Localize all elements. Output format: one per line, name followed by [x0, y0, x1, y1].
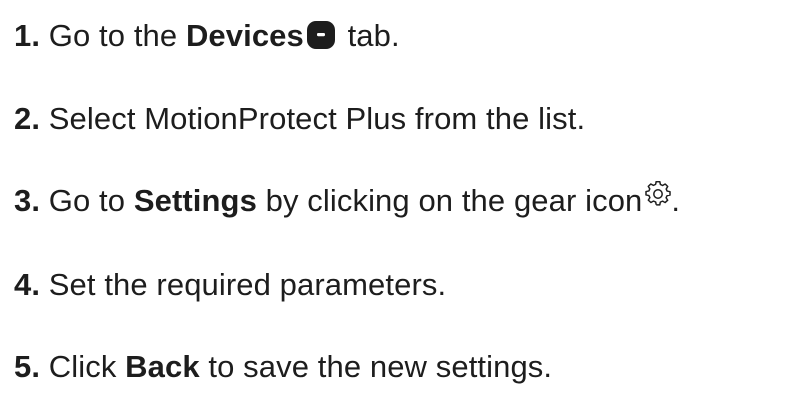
step-number: 1. — [14, 18, 41, 53]
step-1: 1. Go to the Devices tab. — [14, 16, 400, 56]
settings-label: Settings — [133, 183, 257, 218]
step-text: Click — [48, 349, 117, 384]
step-text: Go to — [48, 183, 126, 218]
back-label: Back — [125, 349, 200, 384]
step-text: . — [671, 183, 681, 218]
step-2: 2. Select MotionProtect Plus from the li… — [14, 99, 585, 139]
step-3: 3. Go to Settings by clicking on the gea… — [14, 181, 680, 221]
step-number: 2. — [14, 101, 41, 136]
step-number: 5. — [14, 349, 41, 384]
step-text: by clicking on the gear icon — [265, 183, 643, 218]
step-text: Go to the — [48, 18, 178, 53]
step-number: 3. — [14, 183, 41, 218]
step-text: Set the required parameters. — [48, 267, 447, 302]
step-4: 4. Set the required parameters. — [14, 265, 446, 305]
gear-icon — [645, 181, 672, 207]
devices-tab-label: Devices — [185, 18, 304, 53]
step-text: to save the new settings. — [208, 349, 553, 384]
step-number: 4. — [14, 267, 41, 302]
step-5: 5. Click Back to save the new settings. — [14, 347, 552, 387]
step-text: tab. — [347, 18, 400, 53]
step-text: Select MotionProtect Plus from the list. — [48, 101, 586, 136]
devices-tab-icon — [306, 21, 335, 49]
